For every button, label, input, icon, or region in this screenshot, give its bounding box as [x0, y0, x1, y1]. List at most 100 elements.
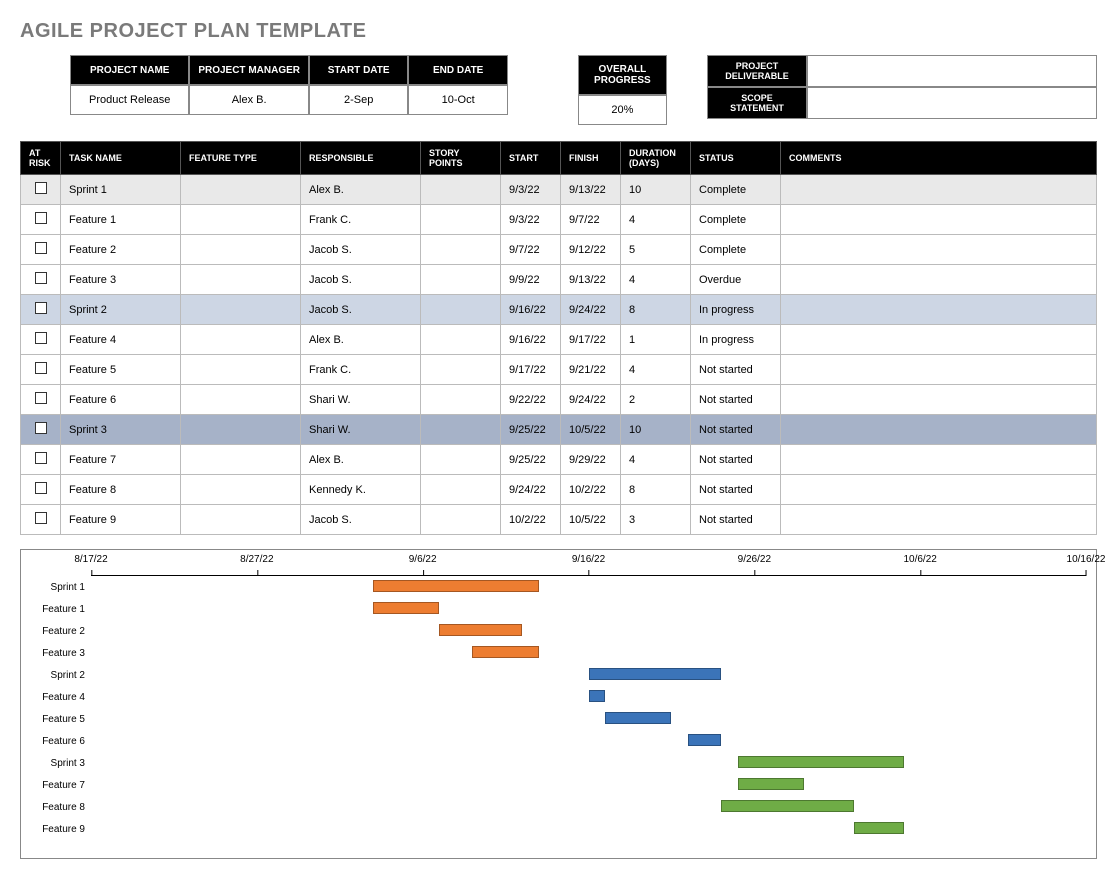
cell-start[interactable]: 9/25/22 [501, 445, 561, 475]
cell-comments[interactable] [781, 325, 1097, 355]
cell-task[interactable]: Sprint 2 [61, 295, 181, 325]
value-start-date[interactable]: 2-Sep [309, 85, 409, 115]
cell-finish[interactable]: 9/12/22 [561, 235, 621, 265]
cell-finish[interactable]: 9/24/22 [561, 295, 621, 325]
cell-duration[interactable]: 8 [621, 295, 691, 325]
cell-story-points[interactable] [421, 205, 501, 235]
cell-duration[interactable]: 8 [621, 475, 691, 505]
cell-finish[interactable]: 9/29/22 [561, 445, 621, 475]
cell-finish[interactable]: 10/5/22 [561, 415, 621, 445]
cell-status[interactable]: Not started [691, 385, 781, 415]
at-risk-checkbox[interactable] [35, 182, 47, 194]
cell-finish[interactable]: 10/2/22 [561, 475, 621, 505]
cell-story-points[interactable] [421, 325, 501, 355]
at-risk-checkbox[interactable] [35, 302, 47, 314]
cell-task[interactable]: Feature 6 [61, 385, 181, 415]
at-risk-checkbox[interactable] [35, 422, 47, 434]
cell-status[interactable]: Not started [691, 505, 781, 535]
cell-finish[interactable]: 9/13/22 [561, 265, 621, 295]
cell-story-points[interactable] [421, 175, 501, 205]
at-risk-checkbox[interactable] [35, 482, 47, 494]
value-end-date[interactable]: 10-Oct [408, 85, 508, 115]
cell-comments[interactable] [781, 355, 1097, 385]
cell-story-points[interactable] [421, 415, 501, 445]
cell-comments[interactable] [781, 175, 1097, 205]
cell-responsible[interactable]: Frank C. [301, 355, 421, 385]
at-risk-checkbox[interactable] [35, 392, 47, 404]
at-risk-checkbox[interactable] [35, 242, 47, 254]
cell-comments[interactable] [781, 385, 1097, 415]
cell-story-points[interactable] [421, 235, 501, 265]
cell-feature-type[interactable] [181, 295, 301, 325]
cell-duration[interactable]: 4 [621, 265, 691, 295]
cell-story-points[interactable] [421, 475, 501, 505]
cell-feature-type[interactable] [181, 205, 301, 235]
cell-comments[interactable] [781, 265, 1097, 295]
cell-responsible[interactable]: Alex B. [301, 325, 421, 355]
at-risk-checkbox[interactable] [35, 512, 47, 524]
cell-feature-type[interactable] [181, 265, 301, 295]
cell-duration[interactable]: 1 [621, 325, 691, 355]
cell-duration[interactable]: 5 [621, 235, 691, 265]
cell-duration[interactable]: 4 [621, 355, 691, 385]
cell-start[interactable]: 9/9/22 [501, 265, 561, 295]
cell-status[interactable]: Complete [691, 205, 781, 235]
cell-feature-type[interactable] [181, 175, 301, 205]
cell-finish[interactable]: 10/5/22 [561, 505, 621, 535]
cell-comments[interactable] [781, 415, 1097, 445]
cell-responsible[interactable]: Jacob S. [301, 235, 421, 265]
value-project-deliverable[interactable] [807, 55, 1097, 87]
cell-start[interactable]: 10/2/22 [501, 505, 561, 535]
cell-story-points[interactable] [421, 295, 501, 325]
cell-comments[interactable] [781, 205, 1097, 235]
at-risk-checkbox[interactable] [35, 212, 47, 224]
cell-finish[interactable]: 9/13/22 [561, 175, 621, 205]
value-project-name[interactable]: Product Release [70, 85, 189, 115]
cell-duration[interactable]: 2 [621, 385, 691, 415]
cell-feature-type[interactable] [181, 325, 301, 355]
cell-task[interactable]: Feature 9 [61, 505, 181, 535]
cell-comments[interactable] [781, 505, 1097, 535]
cell-task[interactable]: Feature 5 [61, 355, 181, 385]
cell-finish[interactable]: 9/24/22 [561, 385, 621, 415]
cell-feature-type[interactable] [181, 505, 301, 535]
cell-duration[interactable]: 10 [621, 175, 691, 205]
cell-duration[interactable]: 4 [621, 445, 691, 475]
cell-feature-type[interactable] [181, 355, 301, 385]
cell-task[interactable]: Feature 4 [61, 325, 181, 355]
cell-start[interactable]: 9/3/22 [501, 175, 561, 205]
cell-responsible[interactable]: Kennedy K. [301, 475, 421, 505]
cell-start[interactable]: 9/22/22 [501, 385, 561, 415]
cell-responsible[interactable]: Alex B. [301, 175, 421, 205]
cell-status[interactable]: Overdue [691, 265, 781, 295]
at-risk-checkbox[interactable] [35, 452, 47, 464]
cell-task[interactable]: Sprint 1 [61, 175, 181, 205]
cell-task[interactable]: Feature 1 [61, 205, 181, 235]
cell-feature-type[interactable] [181, 445, 301, 475]
cell-comments[interactable] [781, 475, 1097, 505]
cell-feature-type[interactable] [181, 475, 301, 505]
cell-finish[interactable]: 9/21/22 [561, 355, 621, 385]
cell-feature-type[interactable] [181, 415, 301, 445]
cell-start[interactable]: 9/7/22 [501, 235, 561, 265]
cell-responsible[interactable]: Shari W. [301, 415, 421, 445]
cell-status[interactable]: Not started [691, 355, 781, 385]
cell-start[interactable]: 9/3/22 [501, 205, 561, 235]
cell-responsible[interactable]: Frank C. [301, 205, 421, 235]
cell-task[interactable]: Feature 2 [61, 235, 181, 265]
cell-story-points[interactable] [421, 385, 501, 415]
cell-responsible[interactable]: Jacob S. [301, 295, 421, 325]
cell-duration[interactable]: 4 [621, 205, 691, 235]
cell-finish[interactable]: 9/17/22 [561, 325, 621, 355]
cell-story-points[interactable] [421, 505, 501, 535]
cell-responsible[interactable]: Jacob S. [301, 505, 421, 535]
cell-feature-type[interactable] [181, 385, 301, 415]
cell-start[interactable]: 9/24/22 [501, 475, 561, 505]
cell-comments[interactable] [781, 235, 1097, 265]
value-project-manager[interactable]: Alex B. [189, 85, 308, 115]
cell-task[interactable]: Feature 3 [61, 265, 181, 295]
cell-comments[interactable] [781, 445, 1097, 475]
cell-duration[interactable]: 3 [621, 505, 691, 535]
cell-story-points[interactable] [421, 265, 501, 295]
at-risk-checkbox[interactable] [35, 272, 47, 284]
